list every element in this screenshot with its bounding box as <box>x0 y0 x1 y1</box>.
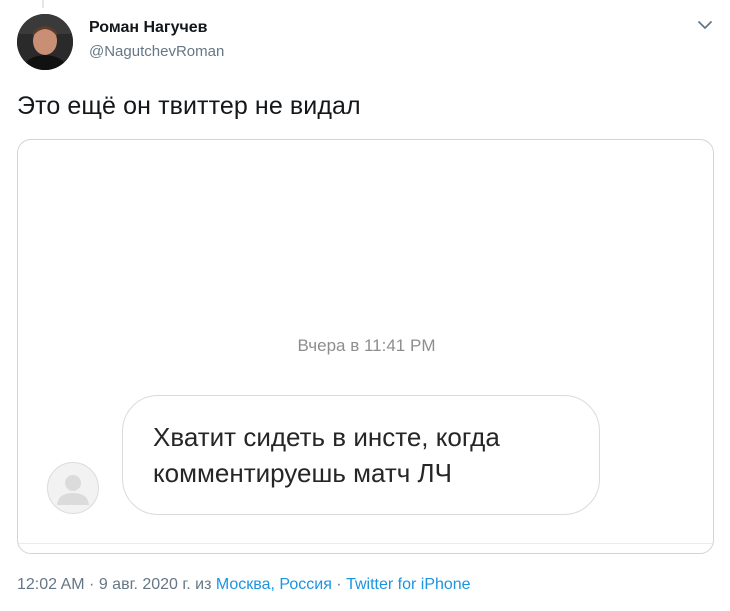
tweet-source-link[interactable]: Twitter for iPhone <box>346 576 471 593</box>
author-photo-icon <box>17 14 73 70</box>
author-name[interactable]: Роман Нагучев <box>89 19 208 37</box>
tweet-media-card[interactable]: Вчера в 11:41 PM Хватит сидеть в инсте, … <box>17 139 714 554</box>
sender-avatar <box>47 462 99 514</box>
chat-timestamp: Вчера в 11:41 PM <box>297 336 436 355</box>
tweet-meta: 12:02 AM · 9 авг. 2020 г. из Москва, Рос… <box>17 576 471 594</box>
tweet-menu-button[interactable] <box>694 14 716 36</box>
author-avatar[interactable] <box>17 14 73 70</box>
meta-separator: · <box>331 576 347 593</box>
tweet-timestamp[interactable]: 12:02 AM · 9 авг. 2020 г. из <box>17 576 216 593</box>
message-bubble: Хватит сидеть в инсте, когда комментируе… <box>122 395 600 515</box>
media-divider <box>18 543 713 544</box>
author-handle[interactable]: @NagutchevRoman <box>89 43 224 60</box>
default-user-icon <box>57 475 89 505</box>
tweet-location-link[interactable]: Москва, Россия <box>216 576 332 593</box>
tweet-text: Это ещё он твиттер не видал <box>17 92 361 120</box>
chevron-down-icon <box>698 21 712 29</box>
message-text: Хватит сидеть в инсте, когда комментируе… <box>153 422 500 488</box>
thread-connector-line <box>42 0 44 8</box>
